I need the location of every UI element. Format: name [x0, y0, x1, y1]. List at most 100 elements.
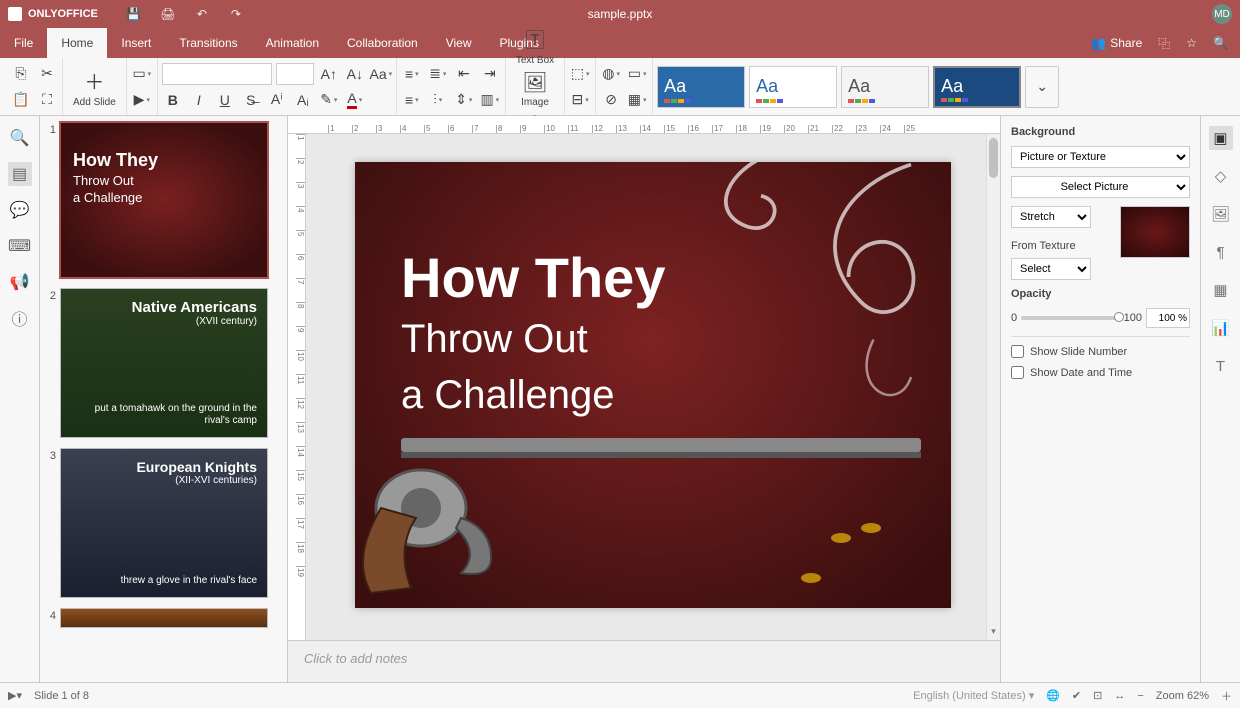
language-status[interactable]: English (United States) ▾ — [913, 689, 1034, 702]
decrease-font-icon[interactable]: A↓ — [344, 63, 366, 85]
opacity-input[interactable] — [1146, 308, 1190, 328]
menu-file[interactable]: File — [0, 28, 47, 58]
select-icon[interactable]: ▦ — [626, 89, 648, 111]
font-color-icon[interactable]: A — [344, 89, 366, 111]
about-icon[interactable]: ⓘ — [8, 306, 32, 330]
print-icon[interactable]: 🖨 — [160, 6, 176, 22]
zoom-out-icon[interactable]: − — [1137, 690, 1143, 702]
feedback-icon[interactable]: 📢 — [8, 270, 32, 294]
font-size-input[interactable] — [276, 63, 314, 85]
search-icon[interactable]: 🔍 — [1213, 36, 1228, 50]
canvas-scrollbar[interactable]: ▴▾ — [986, 134, 1000, 640]
clear-style-icon[interactable]: ⊘ — [600, 89, 622, 111]
zoom-in-icon[interactable]: ＋ — [1221, 688, 1232, 704]
menu-home[interactable]: Home — [47, 28, 107, 58]
strike-icon[interactable]: S̶ — [240, 89, 262, 111]
line-spacing-icon[interactable]: ⇕ — [453, 89, 475, 111]
chart-settings-icon[interactable]: 📊 — [1209, 316, 1233, 340]
undo-icon[interactable]: ↶ — [194, 6, 210, 22]
slides-icon[interactable]: ▤ — [8, 162, 32, 186]
table-settings-icon[interactable]: ▦ — [1209, 278, 1233, 302]
slide-canvas[interactable]: How They Throw Out a Challenge — [355, 162, 951, 608]
menu-animation[interactable]: Animation — [252, 28, 333, 58]
zoom-label[interactable]: Zoom 62% — [1156, 690, 1209, 702]
subscript-icon[interactable]: Aᵢ — [292, 89, 314, 111]
superscript-icon[interactable]: Aⁱ — [266, 89, 288, 111]
start-slideshow-icon[interactable]: ▶▾ — [8, 689, 22, 702]
slide-thumb-2[interactable]: Native Americans (XVII century) put a to… — [60, 288, 268, 438]
opacity-slider[interactable] — [1021, 316, 1120, 320]
save-icon[interactable]: 💾 — [126, 6, 142, 22]
chat-icon[interactable]: ⌨ — [8, 234, 32, 258]
share-label: Share — [1110, 36, 1142, 50]
menu-view[interactable]: View — [432, 28, 486, 58]
align-v-icon[interactable]: ⫶ — [427, 89, 449, 111]
canvas-scroll[interactable]: How They Throw Out a Challenge ▴▾ — [306, 134, 1000, 640]
play-icon[interactable]: ▶ — [131, 89, 153, 111]
slide-settings-icon[interactable]: ▣ — [1209, 126, 1233, 150]
favorite-icon[interactable]: ☆ — [1186, 36, 1197, 50]
align-h-icon[interactable]: ≡ — [401, 89, 423, 111]
layout-icon[interactable]: ▭ — [131, 63, 153, 85]
slide-thumb-1[interactable]: How They Throw Out a Challenge — [60, 122, 268, 278]
set-lang-icon[interactable]: 🌐 — [1046, 689, 1060, 702]
theme-item-1[interactable]: Aa — [657, 66, 745, 108]
textart-settings-icon[interactable]: T — [1209, 354, 1233, 378]
slide-thumb-3[interactable]: European Knights (XII-XVI centuries) thr… — [60, 448, 268, 598]
add-slide-button[interactable]: ＋ Add Slide — [67, 63, 122, 111]
copy-icon[interactable]: ⎘ — [10, 63, 32, 85]
user-avatar[interactable]: MD — [1212, 4, 1232, 24]
slide-size-icon[interactable]: ▭ — [626, 63, 648, 85]
comments-icon[interactable]: 💬 — [8, 198, 32, 222]
theme-gallery: Aa Aa Aa Aa ⌄ — [653, 64, 1059, 110]
slide-thumb-4[interactable] — [60, 608, 268, 628]
image-settings-icon[interactable]: 🖼 — [1209, 202, 1233, 226]
share-button[interactable]: 👥 Share — [1091, 36, 1142, 50]
theme-item-2[interactable]: Aa — [749, 66, 837, 108]
menu-transitions[interactable]: Transitions — [165, 28, 251, 58]
change-case-icon[interactable]: Aa — [370, 63, 392, 85]
show-datetime-checkbox[interactable] — [1011, 366, 1024, 379]
shape-fill-icon[interactable]: ◍ — [600, 63, 622, 85]
find-icon[interactable]: 🔍 — [8, 126, 32, 150]
italic-icon[interactable]: I — [188, 89, 210, 111]
underline-icon[interactable]: U — [214, 89, 236, 111]
columns-icon[interactable]: ▥ — [479, 89, 501, 111]
paragraph-settings-icon[interactable]: ¶ — [1209, 240, 1233, 264]
image-button[interactable]: 🖼Image — [510, 70, 560, 108]
redo-icon[interactable]: ↷ — [228, 6, 244, 22]
theme-more-icon[interactable]: ⌄ — [1025, 66, 1059, 108]
fit-width-icon[interactable]: ↔ — [1114, 690, 1125, 702]
show-datetime-label: Show Date and Time — [1030, 367, 1132, 379]
text-box-button[interactable]: 🅃Text Box — [510, 24, 560, 66]
highlight-icon[interactable]: ✎ — [318, 89, 340, 111]
fill-mode-select[interactable]: Stretch — [1011, 206, 1091, 228]
menu-insert[interactable]: Insert — [107, 28, 165, 58]
open-location-icon[interactable]: ⿻ — [1158, 35, 1170, 52]
fit-slide-icon[interactable]: ⊡ — [1093, 689, 1102, 702]
align-objects-icon[interactable]: ⊟ — [569, 89, 591, 111]
bold-icon[interactable]: B — [162, 89, 184, 111]
cut-icon[interactable]: ✂ — [36, 63, 58, 85]
inc-indent-icon[interactable]: ⇥ — [479, 63, 501, 85]
dec-indent-icon[interactable]: ⇤ — [453, 63, 475, 85]
paste-icon[interactable]: 📋 — [10, 89, 32, 111]
shape-settings-icon[interactable]: ◇ — [1209, 164, 1233, 188]
arrange-icon[interactable]: ⬚ — [569, 63, 591, 85]
background-type-select[interactable]: Picture or Texture — [1011, 146, 1190, 168]
format-painter-icon[interactable]: ⛶ — [36, 89, 58, 111]
thumb-line3: a Challenge — [73, 190, 255, 205]
bullets-icon[interactable]: ≡ — [401, 63, 423, 85]
notes-area[interactable]: Click to add notes — [288, 640, 1000, 682]
spellcheck-icon[interactable]: ✔ — [1072, 689, 1081, 702]
theme-item-4[interactable]: Aa — [933, 66, 1021, 108]
font-name-input[interactable] — [162, 63, 272, 85]
show-slide-number-checkbox[interactable] — [1011, 345, 1024, 358]
texture-select[interactable]: Select — [1011, 258, 1091, 280]
menu-collaboration[interactable]: Collaboration — [333, 28, 432, 58]
slides-panel[interactable]: 1 How They Throw Out a Challenge 2 Nativ… — [40, 116, 288, 682]
theme-item-3[interactable]: Aa — [841, 66, 929, 108]
select-picture-select[interactable]: Select Picture — [1011, 176, 1190, 198]
numbering-icon[interactable]: ≣ — [427, 63, 449, 85]
increase-font-icon[interactable]: A↑ — [318, 63, 340, 85]
